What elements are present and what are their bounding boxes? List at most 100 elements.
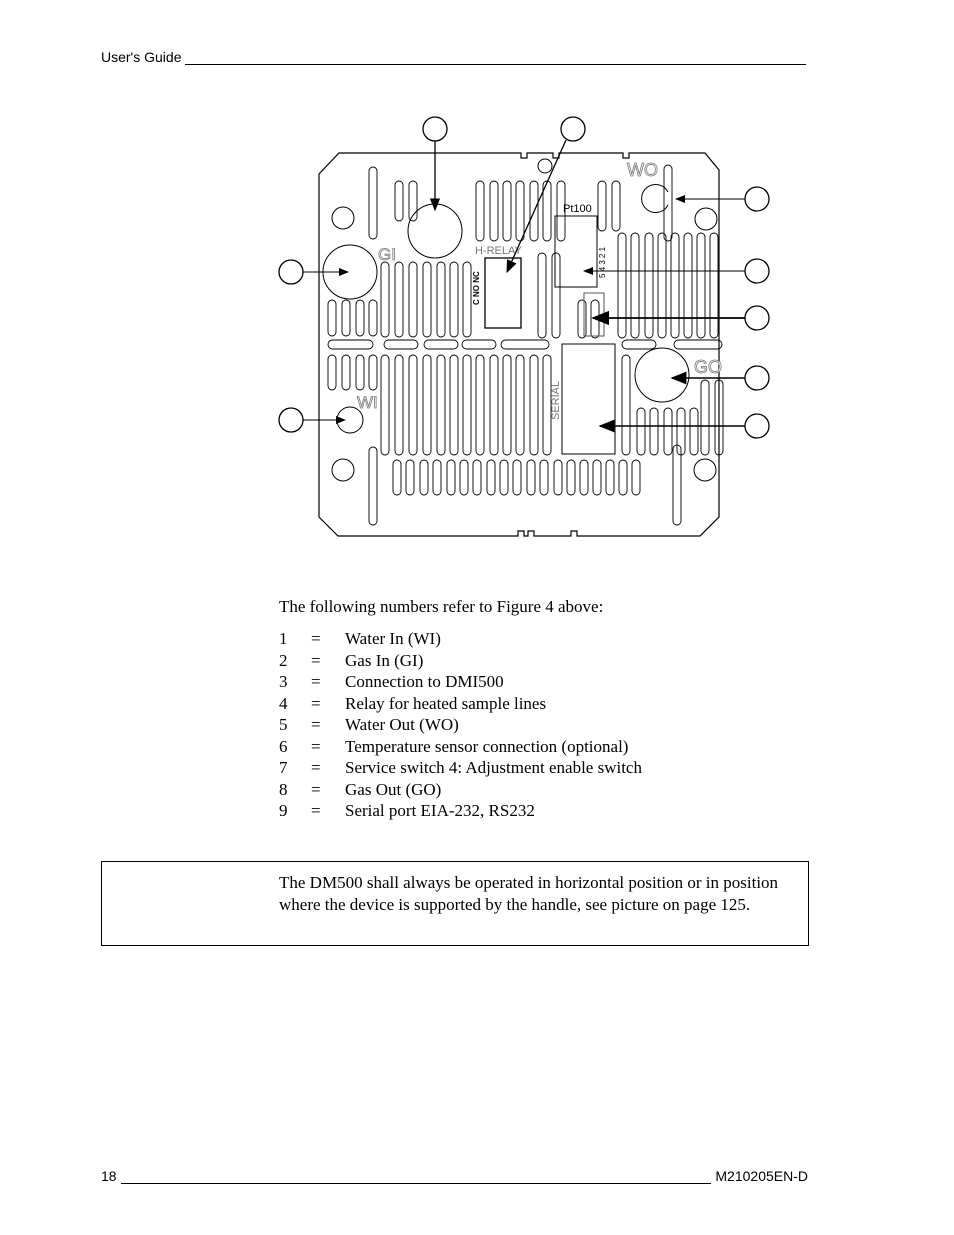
vent-slot [683,232,693,339]
mount-hole [537,158,553,174]
vent-slot [696,232,706,339]
legend-item-text: Connection to DMI500 [345,672,504,691]
vent-slot [489,354,499,456]
vent-slot [368,354,378,391]
vent-slot [618,459,628,496]
note-box: The DM500 shall always be operated in ho… [101,861,809,946]
vent-slot [631,459,641,496]
vent-slot [553,459,563,496]
label-serial: SERIAL [550,381,562,420]
device-outline [318,152,720,537]
vent-slot [459,459,469,496]
vent-slot [621,354,631,456]
page-number: 18 [101,1168,117,1184]
vent-slot [449,261,459,338]
figure-intro: The following numbers refer to Figure 4 … [279,597,604,616]
vent-slot [617,232,627,339]
legend-item-text: Water Out (WO) [345,715,459,734]
vent-slot [672,444,682,526]
pt100-connector [554,215,598,288]
legend-item-num: 7 [279,758,288,777]
legend-item-num: 8 [279,779,288,799]
legend-item-eq: = [311,693,321,713]
label-gi: GI [378,245,396,264]
vent-slot [590,299,600,339]
vent-slot [515,354,525,456]
vent-slot [423,339,459,350]
label-wo: WO [627,160,658,180]
vent-slot [327,339,374,350]
vent-slot [422,354,432,456]
vent-slot [663,164,673,242]
legend-item: 1 = Water In (WI) [279,628,642,650]
legend-item-num: 2 [279,650,288,670]
vent-slot [355,299,365,337]
vent-slot [644,232,654,339]
vent-slot [486,459,496,496]
vent-slot [461,339,497,350]
callout-dmi [422,116,448,212]
vent-slot [636,407,646,456]
vent-slot [327,354,337,391]
figure-legend-list: 1 = Water In (WI) 2 = Gas In (GI) 3 = Connection… [279,628,642,822]
callout-pt100 [583,258,770,284]
vent-slot [408,261,418,338]
callout-wi [278,407,346,433]
vent-slot [341,299,351,337]
legend-item-eq: = [311,650,321,670]
vent-slot [472,459,482,496]
callout-service-switch [591,305,770,331]
vent-slot [502,354,512,456]
legend-item-eq: = [311,801,321,820]
vent-slot [515,180,525,242]
vent-slot [419,459,429,496]
legend-item-text: Serial port EIA-232, RS232 [345,801,535,820]
header-title: User's Guide [101,49,182,65]
vent-slot [621,339,657,350]
label-relay-pins: C NO NC [472,271,481,305]
vent-slot [422,261,432,338]
label-go: GO [694,357,722,377]
callout-gi [278,259,349,285]
vent-slot [502,180,512,242]
vent-slot [700,379,710,456]
vent-slot [577,299,587,339]
vent-slot [436,354,446,456]
vent-slot [446,459,456,496]
legend-item-eq: = [311,758,321,777]
page-header: User's Guide [101,49,806,65]
vent-slot [529,354,539,456]
vent-slot [597,180,607,232]
vent-slot [539,459,549,496]
legend-item: 3 = Connection to DMI500 [279,671,642,693]
vent-slot [432,459,442,496]
vent-slot [709,232,719,339]
legend-item-eq: = [311,736,321,756]
legend-item: 9 = Serial port EIA-232, RS232 [279,800,642,822]
vent-slot [592,459,602,496]
footer-rule [120,1170,712,1184]
legend-item-num: 3 [279,672,288,691]
vent-slot [500,339,550,350]
legend-item-eq: = [311,629,321,648]
legend-item-text: Temperature sensor connection (optional) [345,736,629,756]
legend-item-text: Gas Out (GO) [345,779,442,799]
vent-slot [512,459,522,496]
legend-item-text: Gas In (GI) [345,650,424,670]
vent-slot [462,261,472,338]
legend-item-num: 5 [279,715,288,734]
vent-slot [449,354,459,456]
vent-slot [405,459,415,496]
dmi-connection-port [407,203,463,259]
vent-slot [327,299,337,337]
vent-slot [380,261,390,338]
vent-slot [436,261,446,338]
vent-slot [566,459,576,496]
vent-slot [663,407,673,456]
legend-item-num: 9 [279,801,288,820]
vent-slot [355,354,365,391]
label-wi: WI [357,393,378,412]
vent-slot [526,459,536,496]
vent-slot [551,252,561,339]
legend-item-num: 1 [279,629,288,648]
